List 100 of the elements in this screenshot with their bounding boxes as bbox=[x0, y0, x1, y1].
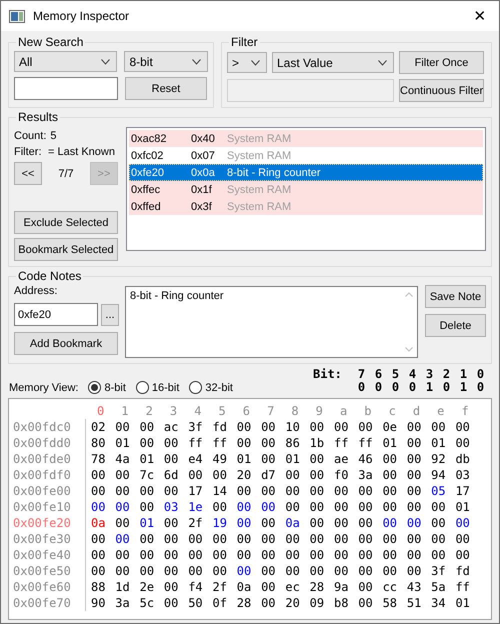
byte-cell[interactable]: 00 bbox=[115, 515, 140, 531]
byte-cell[interactable]: 00 bbox=[310, 563, 334, 579]
byte-cell[interactable]: 00 bbox=[382, 499, 407, 515]
byte-cell[interactable]: e4 bbox=[188, 451, 212, 467]
close-button[interactable]: ✕ bbox=[469, 7, 491, 25]
search-value-field[interactable] bbox=[14, 77, 118, 100]
byte-cell[interactable]: 00 bbox=[334, 531, 358, 547]
byte-cell[interactable]: 03 bbox=[164, 499, 188, 515]
byte-cell[interactable]: 00 bbox=[310, 467, 334, 483]
byte-cell[interactable]: 4a bbox=[115, 451, 140, 467]
byte-cell[interactable]: ec bbox=[285, 579, 310, 595]
byte-cell[interactable]: 00 bbox=[140, 435, 164, 451]
byte-cell[interactable]: 00 bbox=[358, 595, 383, 611]
byte-cell[interactable]: 00 bbox=[358, 531, 383, 547]
byte-cell[interactable]: 00 bbox=[140, 419, 164, 435]
byte-cell[interactable]: 00 bbox=[358, 515, 383, 531]
byte-cell[interactable]: 00 bbox=[164, 547, 188, 563]
byte-cell[interactable]: 00 bbox=[334, 515, 358, 531]
byte-cell[interactable]: 00 bbox=[285, 467, 310, 483]
byte-cell[interactable]: 20 bbox=[236, 467, 262, 483]
byte-cell[interactable]: 00 bbox=[358, 419, 383, 435]
byte-cell[interactable]: 00 bbox=[310, 419, 334, 435]
byte-cell[interactable]: 00 bbox=[358, 547, 383, 563]
byte-cell[interactable]: 0e bbox=[382, 419, 407, 435]
byte-cell[interactable]: 00 bbox=[431, 499, 456, 515]
byte-cell[interactable]: 00 bbox=[406, 483, 432, 499]
byte-cell[interactable]: 00 bbox=[310, 483, 334, 499]
byte-cell[interactable]: 00 bbox=[310, 451, 334, 467]
byte-cell[interactable]: 00 bbox=[358, 579, 383, 595]
byte-cell[interactable]: 2f bbox=[188, 515, 212, 531]
byte-cell[interactable]: 00 bbox=[261, 563, 286, 579]
byte-cell[interactable]: 00 bbox=[406, 563, 432, 579]
byte-cell[interactable]: b8 bbox=[334, 595, 358, 611]
byte-cell[interactable]: 00 bbox=[188, 531, 212, 547]
byte-cell[interactable]: 00 bbox=[358, 483, 383, 499]
byte-cell[interactable]: 01 bbox=[140, 515, 164, 531]
byte-cell[interactable]: 00 bbox=[115, 483, 140, 499]
byte-cell[interactable]: ff bbox=[188, 435, 212, 451]
byte-cell[interactable]: 00 bbox=[140, 483, 164, 499]
byte-cell[interactable]: 00 bbox=[91, 483, 116, 499]
byte-cell[interactable]: 00 bbox=[261, 499, 286, 515]
byte-cell[interactable]: ff bbox=[212, 435, 237, 451]
byte-cell[interactable]: 00 bbox=[382, 563, 407, 579]
byte-cell[interactable]: 00 bbox=[212, 467, 237, 483]
byte-cell[interactable]: 1b bbox=[310, 435, 334, 451]
byte-cell[interactable]: 00 bbox=[261, 579, 286, 595]
byte-cell[interactable]: 00 bbox=[310, 499, 334, 515]
byte-cell[interactable]: 00 bbox=[261, 483, 286, 499]
byte-cell[interactable]: 00 bbox=[406, 531, 432, 547]
byte-cell[interactable]: 17 bbox=[188, 483, 212, 499]
byte-cell[interactable]: 00 bbox=[334, 483, 358, 499]
byte-cell[interactable]: 3f bbox=[431, 563, 456, 579]
byte-cell[interactable]: fd bbox=[455, 563, 480, 579]
byte-cell[interactable]: 20 bbox=[285, 595, 310, 611]
byte-cell[interactable]: 50 bbox=[188, 595, 212, 611]
byte-cell[interactable]: 80 bbox=[91, 435, 116, 451]
byte-cell[interactable]: 01 bbox=[115, 435, 140, 451]
result-row[interactable]: 0xfe20 0x0a 8-bit - Ring counter bbox=[129, 164, 483, 181]
byte-cell[interactable]: 00 bbox=[236, 435, 262, 451]
byte-cell[interactable]: 00 bbox=[164, 579, 188, 595]
byte-cell[interactable]: 02 bbox=[91, 419, 116, 435]
byte-cell[interactable]: 0f bbox=[212, 595, 237, 611]
byte-cell[interactable]: 00 bbox=[455, 435, 480, 451]
byte-cell[interactable]: 00 bbox=[212, 547, 237, 563]
byte-cell[interactable]: 01 bbox=[236, 451, 262, 467]
byte-cell[interactable]: 00 bbox=[261, 435, 286, 451]
byte-cell[interactable]: 00 bbox=[285, 499, 310, 515]
view-mode-radio[interactable]: 8-bit bbox=[88, 381, 126, 394]
byte-cell[interactable]: 46 bbox=[358, 451, 383, 467]
byte-cell[interactable]: 5c bbox=[140, 595, 164, 611]
byte-cell[interactable]: 09 bbox=[310, 595, 334, 611]
region-dropdown[interactable]: All bbox=[14, 51, 118, 72]
byte-cell[interactable]: cc bbox=[382, 579, 407, 595]
byte-cell[interactable]: 28 bbox=[310, 579, 334, 595]
byte-cell[interactable]: ff bbox=[455, 579, 480, 595]
byte-cell[interactable]: 00 bbox=[358, 563, 383, 579]
byte-cell[interactable]: 00 bbox=[164, 435, 188, 451]
byte-cell[interactable]: 01 bbox=[140, 451, 164, 467]
byte-cell[interactable]: 43 bbox=[406, 579, 432, 595]
note-text-area[interactable]: 8-bit - Ring counter bbox=[125, 286, 418, 358]
view-mode-radio[interactable]: 16-bit bbox=[136, 381, 180, 394]
add-bookmark-button[interactable]: Add Bookmark bbox=[14, 332, 118, 355]
byte-cell[interactable]: 00 bbox=[310, 515, 334, 531]
byte-cell[interactable]: 00 bbox=[406, 451, 432, 467]
byte-cell[interactable]: 00 bbox=[164, 595, 188, 611]
byte-cell[interactable]: 00 bbox=[406, 419, 432, 435]
byte-cell[interactable]: 00 bbox=[164, 451, 188, 467]
byte-cell[interactable]: 6d bbox=[164, 467, 188, 483]
byte-cell[interactable]: 00 bbox=[261, 515, 286, 531]
byte-cell[interactable]: 00 bbox=[140, 531, 164, 547]
byte-cell[interactable]: 90 bbox=[91, 595, 116, 611]
reset-button[interactable]: Reset bbox=[125, 77, 207, 100]
bookmark-selected-button[interactable]: Bookmark Selected bbox=[14, 238, 118, 261]
byte-cell[interactable]: 00 bbox=[115, 499, 140, 515]
byte-cell[interactable]: 00 bbox=[91, 531, 116, 547]
byte-cell[interactable]: 00 bbox=[455, 547, 480, 563]
byte-cell[interactable]: 58 bbox=[382, 595, 407, 611]
size-dropdown[interactable]: 8-bit bbox=[124, 51, 208, 72]
byte-cell[interactable]: 00 bbox=[236, 563, 262, 579]
byte-cell[interactable]: 00 bbox=[431, 547, 456, 563]
